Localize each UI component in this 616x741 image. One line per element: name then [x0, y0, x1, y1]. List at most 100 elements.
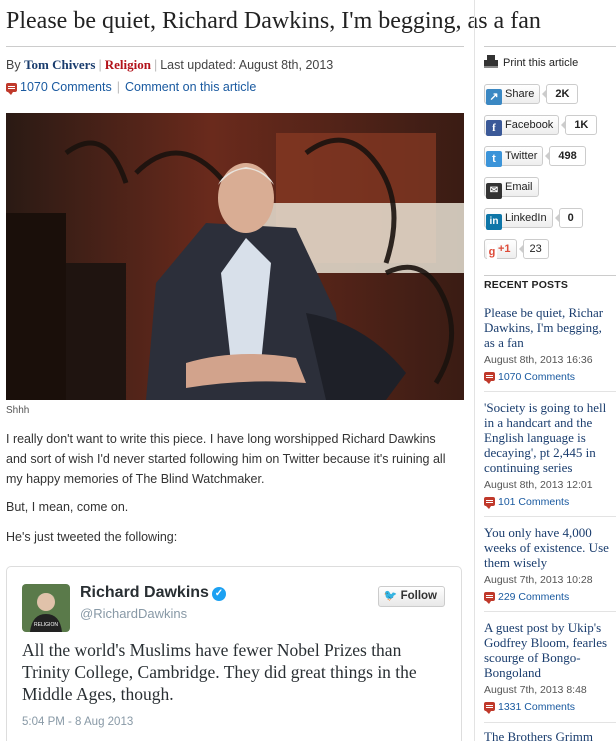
- recent-post-title-line: in a handcart and the: [484, 415, 593, 430]
- recent-post-title-line: scourge of Bongo-: [484, 650, 581, 665]
- email-share-button[interactable]: ✉ Email: [484, 177, 539, 199]
- recent-post-comments-link[interactable]: 229 Comments: [484, 591, 616, 604]
- comment-bubble-icon: [484, 497, 495, 509]
- category-link[interactable]: Religion: [105, 57, 151, 72]
- twitter-share-button[interactable]: t Twitter: [484, 146, 544, 167]
- share-row-google-plus: g +1 23: [484, 239, 549, 260]
- tweet-author-name[interactable]: Richard Dawkins ✓: [80, 584, 226, 602]
- linkedin-icon: in: [486, 214, 502, 230]
- tweet-author-handle[interactable]: @RichardDawkins: [80, 606, 187, 621]
- share-button[interactable]: ↗ Share: [484, 84, 541, 105]
- recent-post-title-line: as a fan: [484, 335, 524, 350]
- recent-post-comments-label: 1331 Comments: [498, 701, 576, 713]
- email-button-label: Email: [505, 181, 533, 193]
- recent-post-title-line: them wisely: [484, 555, 548, 570]
- printer-icon: [484, 55, 498, 68]
- recent-post-title[interactable]: A guest post by Ukip's Godfrey Bloom, fe…: [484, 620, 616, 680]
- recent-post: 'Society is going to hell in a handcart …: [484, 400, 616, 509]
- sidebar-top-divider: [484, 46, 616, 47]
- linkedin-button-label: LinkedIn: [505, 212, 547, 224]
- tweet-timestamp[interactable]: 5:04 PM - 8 Aug 2013: [22, 716, 133, 728]
- verified-badge-icon: ✓: [211, 587, 226, 601]
- recent-posts-divider: [484, 275, 616, 276]
- share-row-twitter: t Twitter 498: [484, 146, 586, 167]
- comments-separator: |: [116, 80, 120, 94]
- article-paragraph: He's just tweeted the following:: [6, 530, 178, 544]
- article-photo: [6, 113, 464, 400]
- article-headline: Please be quiet, Richard Dawkins, I'm be…: [6, 8, 541, 34]
- recent-posts-heading: RECENT POSTS: [484, 279, 569, 291]
- recent-post: Please be quiet, Richar Dawkins, I'm beg…: [484, 305, 616, 384]
- share-row-facebook: f Facebook 1K: [484, 115, 598, 136]
- comment-on-article-link[interactable]: Comment on this article: [125, 80, 256, 94]
- comment-bubble-icon: [6, 83, 17, 95]
- avatar-shirt-text: RELIGION: [34, 622, 58, 628]
- tweet-author-name-text: Richard Dawkins: [80, 584, 209, 601]
- comment-bubble-icon: [484, 702, 495, 714]
- author-link[interactable]: Tom Chivers: [24, 57, 95, 72]
- facebook-share-button[interactable]: f Facebook: [484, 115, 560, 136]
- recent-post-date: August 8th, 2013 12:01: [484, 479, 593, 491]
- tweet-text: All the world's Muslims have fewer Nobel…: [22, 640, 417, 704]
- share-row-linkedin: in LinkedIn 0: [484, 208, 583, 230]
- recent-post-comments-label: 101 Comments: [498, 496, 570, 508]
- recent-post-divider: [484, 516, 616, 517]
- comment-bubble-icon: [484, 372, 495, 384]
- headline-divider: [6, 46, 464, 47]
- google-plus-button[interactable]: g +1: [484, 239, 517, 260]
- recent-post-comments-link[interactable]: 1070 Comments: [484, 371, 616, 384]
- recent-post-comments-link[interactable]: 101 Comments: [484, 496, 616, 509]
- google-plus-label: +1: [498, 243, 511, 255]
- recent-post-title-line: weeks of existence. Use: [484, 540, 609, 555]
- comments-count-link[interactable]: 1070 Comments: [20, 80, 112, 94]
- recent-post-date: August 7th, 2013 8:48: [484, 684, 587, 696]
- comment-bubble-icon: [484, 592, 495, 604]
- linkedin-count: 0: [554, 208, 583, 228]
- recent-post-title-line: continuing series: [484, 460, 573, 475]
- recent-post-title-line: The Brothers Grimm: [484, 729, 594, 741]
- recent-post-title[interactable]: Please be quiet, Richar Dawkins, I'm beg…: [484, 305, 616, 350]
- follow-button-label: Follow: [400, 590, 437, 602]
- recent-post: The Brothers Grimm: [484, 729, 616, 741]
- recent-post-title-line: English language is: [484, 430, 586, 445]
- recent-post-title-line: Please be quiet, Richar: [484, 305, 604, 320]
- email-icon: ✉: [486, 183, 502, 199]
- tweet-avatar[interactable]: RELIGION: [22, 584, 70, 632]
- last-updated: Last updated: August 8th, 2013: [160, 58, 334, 72]
- photo-caption: Shhh: [6, 405, 30, 416]
- recent-post: A guest post by Ukip's Godfrey Bloom, fe…: [484, 620, 616, 714]
- comments-line: 1070 Comments | Comment on this article: [6, 80, 256, 95]
- byline-separator: |: [153, 58, 158, 72]
- recent-post-title[interactable]: The Brothers Grimm: [484, 729, 616, 741]
- twitter-button-label: Twitter: [505, 150, 538, 162]
- recent-post-title-line: 'Society is going to hell: [484, 400, 607, 415]
- recent-post-date: August 7th, 2013 10:28: [484, 574, 593, 586]
- recent-post-comments-label: 229 Comments: [498, 591, 570, 603]
- twitter-count: 498: [545, 146, 586, 166]
- recent-post-title-line: Godfrey Bloom, fearles: [484, 635, 608, 650]
- recent-post-title[interactable]: 'Society is going to hell in a handcart …: [484, 400, 616, 475]
- follow-button[interactable]: 🐦 Follow: [377, 586, 445, 607]
- share-row-share: ↗ Share 2K: [484, 84, 579, 105]
- google-plus-icon: g: [487, 244, 497, 260]
- recent-post-divider: [484, 611, 616, 612]
- print-article-link[interactable]: Print this article: [484, 55, 578, 69]
- recent-post-title-line: Dawkins, I'm begging,: [484, 320, 602, 335]
- article-paragraph: I really don't want to write this piece.…: [6, 432, 446, 486]
- recent-post-title-line: You only have 4,000: [484, 525, 592, 540]
- share-count: 2K: [542, 84, 579, 104]
- linkedin-share-button[interactable]: in LinkedIn: [484, 208, 553, 230]
- facebook-count: 1K: [561, 115, 598, 135]
- recent-post-comments-link[interactable]: 1331 Comments: [484, 701, 616, 714]
- recent-post-date: August 8th, 2013 16:36: [484, 354, 593, 366]
- share-row-email: ✉ Email: [484, 177, 539, 199]
- recent-post-comments-label: 1070 Comments: [498, 371, 576, 383]
- recent-post-divider: [484, 391, 616, 392]
- recent-post-divider: [484, 722, 616, 723]
- byline-prefix: By: [6, 58, 21, 72]
- google-plus-count: 23: [518, 239, 549, 259]
- facebook-icon: f: [486, 120, 502, 136]
- recent-post-title-line: decaying', pt 2,445 in: [484, 445, 596, 460]
- recent-post-title[interactable]: You only have 4,000 weeks of existence. …: [484, 525, 616, 570]
- share-icon: ↗: [486, 89, 502, 105]
